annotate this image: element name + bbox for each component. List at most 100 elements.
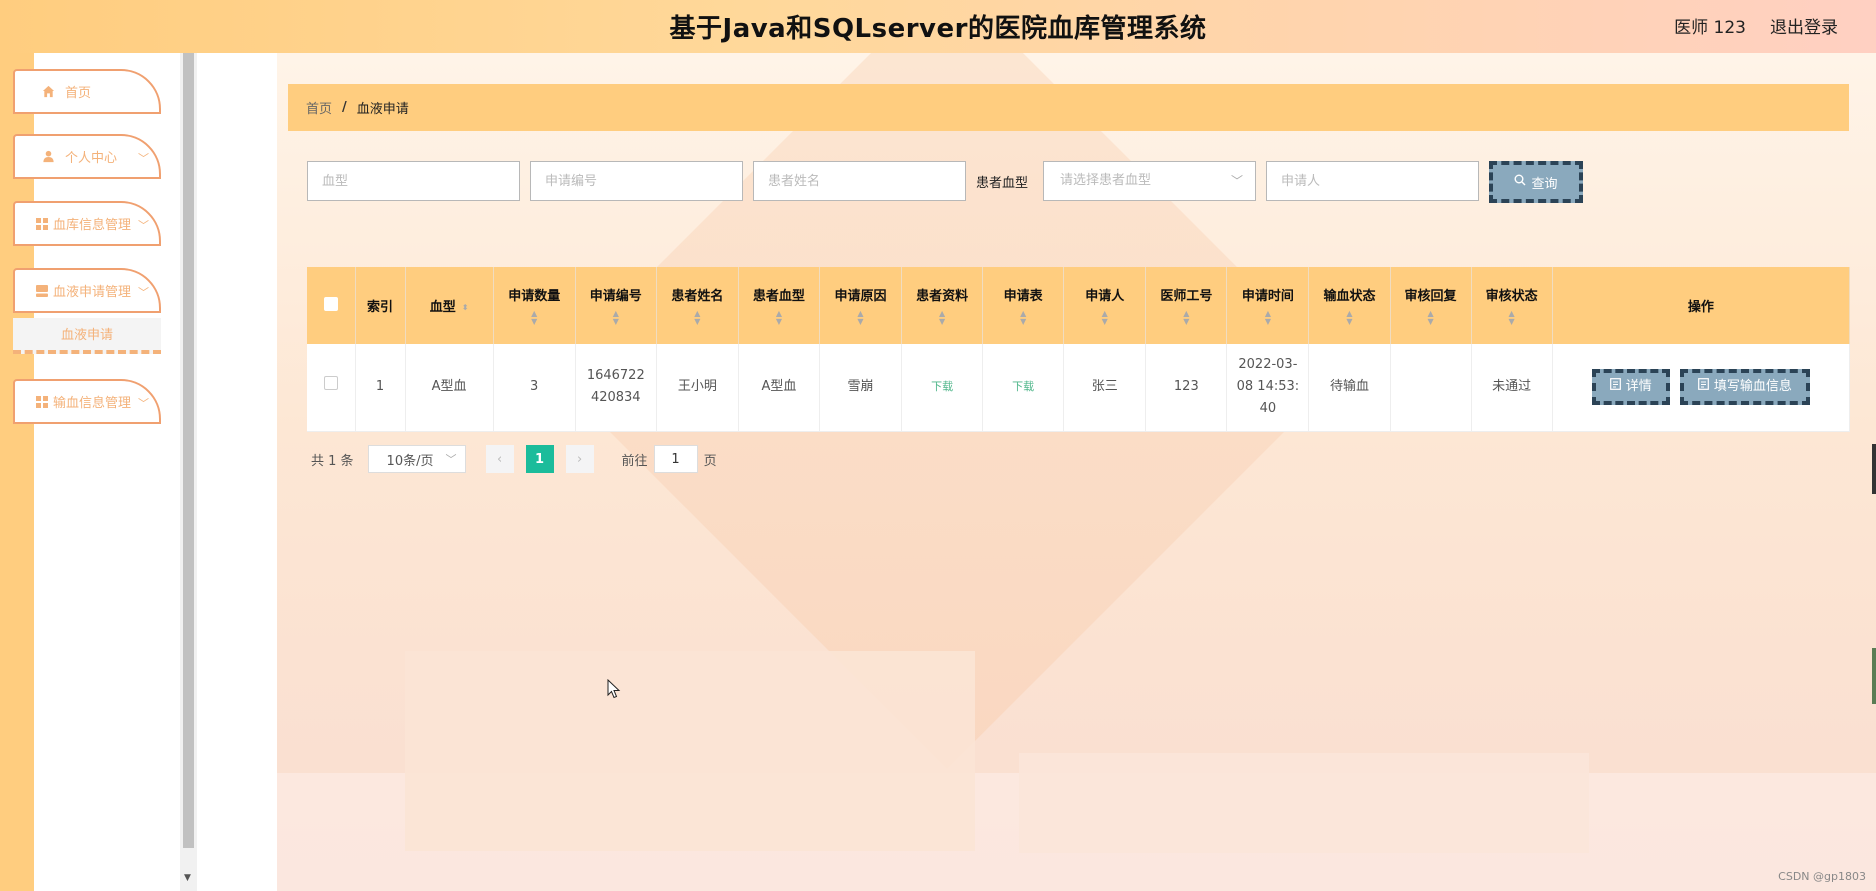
column-header-sortable[interactable]: 申请数量 ▲ ▼ [493,267,576,344]
table-row: 1 A型血 3 1646722 420834 王小明 A型血 雪崩 下载 下载 … [307,344,1851,432]
sidebar-item-label: 血库信息管理 [53,218,132,233]
sort-icon[interactable]: ▲ ▼ [1064,310,1145,326]
background-pedestal [405,651,975,851]
apply-no-input[interactable] [530,161,743,201]
home-icon [41,85,55,99]
patient-blood-label: 患者血型 [976,176,1029,191]
column-header-sortable[interactable]: 审核回复 ▲ ▼ [1390,267,1472,344]
column-header-sortable[interactable]: 患者资料 ▲ ▼ [901,267,984,344]
chevron-left-icon: ‹ [496,451,503,467]
scroll-down-icon[interactable]: ▼ [184,873,191,883]
download-link[interactable]: 下载 [931,380,953,393]
column-header-sortable[interactable]: 医师工号 ▲ ▼ [1145,267,1228,344]
sort-icon[interactable]: ▲ ▼ [1391,310,1471,326]
user-name[interactable]: 医师 123 [1674,13,1746,38]
blood-type-input[interactable] [307,161,520,201]
cell-apply-form: 下载 [982,344,1065,432]
server-icon [35,284,49,298]
right-edge-bar [1872,444,1876,494]
sort-icon[interactable]: ▲ ▼ [494,310,575,326]
column-header-label: 申请数量 [508,289,561,304]
row-checkbox[interactable] [323,376,338,391]
column-header-sortable[interactable]: 申请人 ▲ ▼ [1063,267,1147,344]
column-header-label: 申请时间 [1241,289,1294,304]
user-icon [41,150,55,164]
apply-time-line: 2022-03- [1238,357,1298,373]
submenu-blood-apply[interactable]: 血液申请 [13,318,161,354]
column-header-sortable[interactable]: 患者姓名 ▲ ▼ [656,267,739,344]
column-header-sortable[interactable]: 患者血型 ▲ ▼ [738,267,820,344]
watermark: CSDN @gp1803 [1778,870,1866,883]
column-header-sortable[interactable]: 申请表 ▲ ▼ [982,267,1065,344]
apply-table: 索引 血型 ⬍ 申请数量 ▲ ▼ 申请编号 ▲ ▼ 患者姓名 ▲ ▼ 患者血型 ▲ ▼ 申请原因 ▲… [307,267,1851,432]
column-header-sortable[interactable]: 输血状态 ▲ ▼ [1308,267,1391,344]
scrollbar-thumb[interactable] [183,53,194,848]
pagination-total: 共 1 条 [311,453,354,469]
cell-patient-blood: A型血 [738,344,820,432]
chevron-down-icon: ﹀ [138,152,149,165]
sidebar-item-bloodbank[interactable]: 血库信息管理 ﹀ [13,201,161,246]
column-header-label: 审核回复 [1404,289,1457,304]
document-icon [1698,376,1709,398]
cell-quantity: 3 [493,344,576,432]
cell-review-status: 未通过 [1471,344,1553,432]
breadcrumb: 首页 / 血液申请 [288,84,1849,131]
sidebar-item-personal[interactable]: 个人中心 ﹀ [13,134,161,179]
column-header-sortable[interactable]: 申请原因 ▲ ▼ [819,267,903,344]
patient-name-input[interactable] [753,161,966,201]
sort-icon[interactable]: ▲ ▼ [1309,310,1389,326]
column-header-sortable[interactable]: 申请时间 ▲ ▼ [1226,267,1310,344]
sort-icon[interactable]: ⬍ [462,303,469,312]
sort-icon[interactable]: ▲ ▼ [576,310,656,326]
apply-no-line: 420834 [590,390,641,406]
column-header-sortable[interactable]: 申请编号 ▲ ▼ [575,267,657,344]
page-size-select[interactable]: 10条/页 ﹀ [367,445,466,473]
breadcrumb-home[interactable]: 首页 [306,98,332,117]
column-header: 索引 [355,267,406,344]
sort-icon[interactable]: ▲ ▼ [1227,310,1308,326]
patient-blood-select[interactable]: 请选择患者血型 ﹀ [1043,161,1256,201]
sort-icon[interactable]: ▲ ▼ [983,310,1063,326]
sidebar-gap [197,53,277,891]
cell-blood-type: A型血 [405,344,494,432]
prev-page-button[interactable]: ‹ [485,445,514,473]
fill-transfusion-button-label: 填写输血信息 [1713,379,1792,395]
fill-transfusion-button[interactable]: 填写输血信息 [1679,369,1810,406]
page-size-value: 10条/页 [386,453,434,469]
sort-icon[interactable]: ▲ ▼ [902,310,982,326]
select-placeholder: 请选择患者血型 [1060,173,1152,188]
chevron-down-icon: ﹀ [138,397,149,410]
sidebar-item-label: 个人中心 [65,151,118,166]
goto-page-input[interactable] [653,445,698,473]
sort-icon[interactable]: ▲ ▼ [739,310,819,326]
sidebar-item-home[interactable]: 首页 [13,69,161,114]
column-header-label: 患者资料 [916,289,969,304]
header-user-area: 医师 123 退出登录 [1674,13,1838,38]
page-number-button[interactable]: 1 [525,445,554,473]
column-header-label: 申请表 [1003,289,1043,304]
column-header-sortable[interactable]: 审核状态 ▲ ▼ [1471,267,1553,344]
chevron-down-icon: ﹀ [138,219,149,232]
column-header-label: 申请人 [1085,289,1125,304]
sort-icon[interactable]: ▲ ▼ [657,310,738,326]
select-all-cell [307,267,356,344]
download-link[interactable]: 下载 [1012,380,1034,393]
right-edge-bar [1872,648,1876,704]
query-button[interactable]: 查询 [1489,161,1583,203]
logout-button[interactable]: 退出登录 [1770,13,1838,38]
breadcrumb-separator: / [342,100,347,115]
document-icon [1609,376,1621,398]
applicant-input[interactable] [1266,161,1479,201]
sidebar-scrollbar[interactable]: ▼ [180,53,197,891]
sort-icon[interactable]: ▲ ▼ [1146,310,1226,326]
select-all-checkbox[interactable] [323,296,338,311]
column-header-label: 审核状态 [1485,289,1538,304]
column-header-sortable[interactable]: 血型 ⬍ [405,267,494,344]
sidebar-item-transfusion[interactable]: 输血信息管理 ﹀ [13,379,161,424]
next-page-button[interactable]: › [565,445,594,473]
sidebar-item-blood-apply[interactable]: 血液申请管理 ﹀ [13,268,161,313]
sort-icon[interactable]: ▲ ▼ [820,310,901,326]
sort-icon[interactable]: ▲ ▼ [1472,310,1552,326]
column-header-label: 患者姓名 [671,289,724,304]
detail-button[interactable]: 详情 [1591,369,1670,406]
